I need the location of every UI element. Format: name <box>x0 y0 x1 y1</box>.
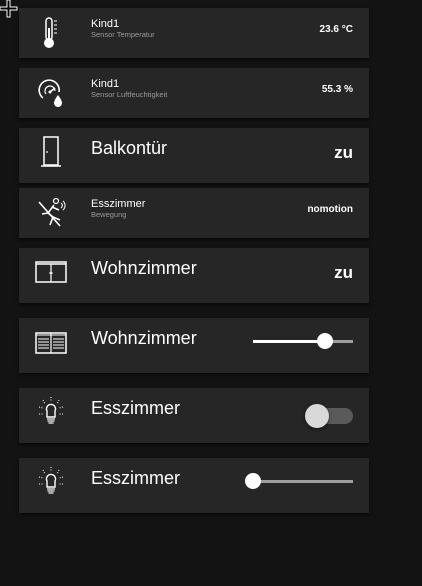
no-motion-icon <box>34 196 68 230</box>
crosshair-cursor-icon <box>0 0 18 18</box>
humidity-gauge-icon <box>34 76 68 110</box>
light-toggle-switch[interactable] <box>305 404 353 428</box>
blinds-position-slider[interactable] <box>253 333 353 349</box>
card-motion-sensor[interactable]: Esszimmer Bewegung nomotion <box>19 188 369 238</box>
card-title: Kind1 <box>91 78 120 90</box>
card-temperature-sensor[interactable]: Kind1 Sensor Temperatur 23.6 °C <box>19 8 369 58</box>
slider-thumb[interactable] <box>317 333 333 349</box>
light-bulb-icon <box>34 466 68 500</box>
motion-state-value: nomotion <box>307 204 353 215</box>
card-living-room-blinds: Wohnzimmer <box>19 318 369 373</box>
slider-thumb[interactable] <box>245 473 261 489</box>
card-title: Kind1 <box>91 18 120 30</box>
card-dining-room-light-switch: Esszimmer <box>19 388 369 443</box>
card-title: Esszimmer <box>91 398 180 418</box>
card-title: Wohnzimmer <box>91 328 197 348</box>
humidity-value: 55.3 % <box>321 84 353 95</box>
light-bulb-icon <box>34 396 68 430</box>
light-dimmer-slider[interactable] <box>245 473 353 489</box>
thermometer-icon <box>34 16 68 50</box>
temperature-value: 23.6 °C <box>319 24 353 35</box>
card-title: Balkontür <box>91 138 168 158</box>
card-title: Esszimmer <box>91 468 180 488</box>
blinds-icon <box>34 326 68 360</box>
slider-fill <box>253 340 325 343</box>
window-state-value: zu <box>334 263 353 282</box>
card-title: Esszimmer <box>91 198 146 210</box>
card-humidity-sensor[interactable]: Kind1 Sensor Luftfeuchtigkeit 55.3 % <box>19 68 369 118</box>
toggle-thumb[interactable] <box>305 404 329 428</box>
door-icon <box>34 136 68 170</box>
card-balcony-door[interactable]: Balkontür zu <box>19 128 369 183</box>
card-title: Wohnzimmer <box>91 258 197 278</box>
card-subtitle: Sensor Luftfeuchtigkeit <box>91 90 168 99</box>
window-icon <box>34 256 68 290</box>
card-dining-room-light-dimmer: Esszimmer <box>19 458 369 513</box>
card-living-room-window[interactable]: Wohnzimmer zu <box>19 248 369 303</box>
door-state-value: zu <box>334 143 353 162</box>
card-subtitle: Bewegung <box>91 210 127 219</box>
card-subtitle: Sensor Temperatur <box>91 30 155 39</box>
